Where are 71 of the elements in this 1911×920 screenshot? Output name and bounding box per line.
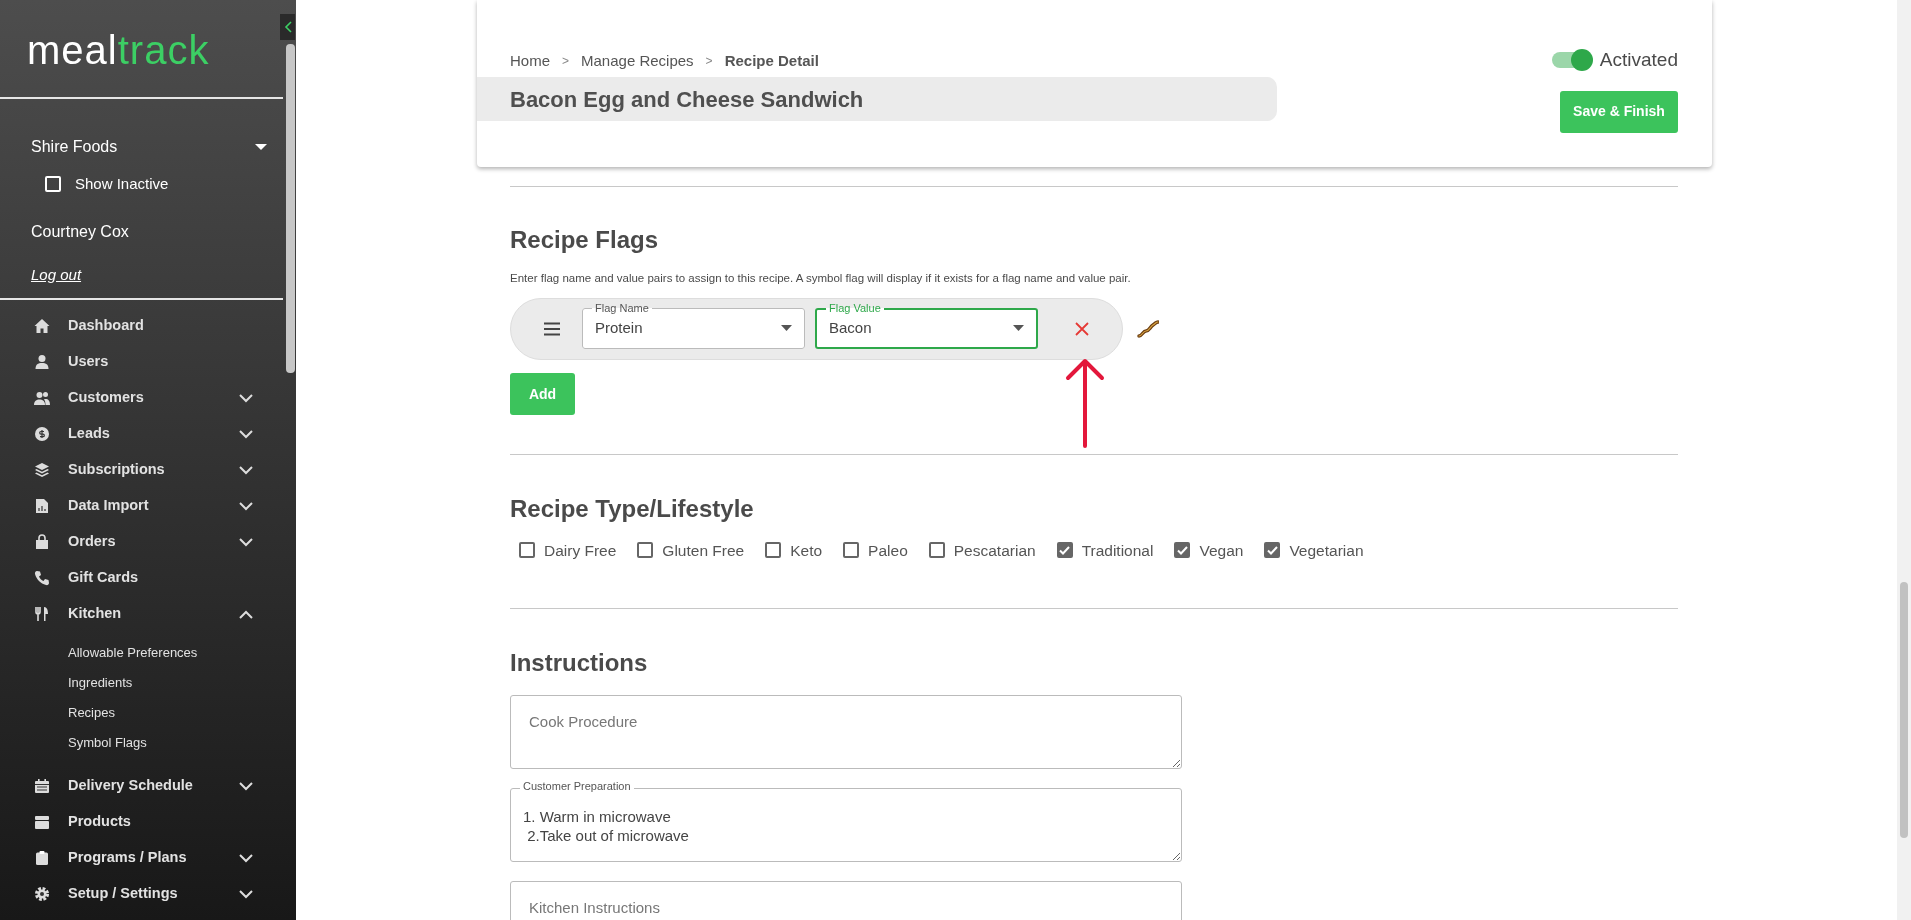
submenu-item[interactable]: Ingredients — [0, 668, 283, 698]
breadcrumb-separator: > — [562, 53, 570, 70]
file-icon — [34, 498, 50, 514]
logo: mealtrack — [26, 27, 211, 74]
toggle-label: Activated — [1599, 48, 1678, 72]
description: Enter flag name and value pairs to assign to this recipe. A symbol flag will display if it exists for a flag name and value pair. — [510, 270, 1132, 286]
utensils-icon — [34, 606, 50, 622]
bag-icon — [34, 534, 50, 550]
section-heading: Recipe Flags — [510, 226, 660, 255]
nav-item[interactable]: Dashboard — [0, 308, 283, 344]
nav-item[interactable]: Setup / Settings — [0, 876, 283, 912]
caret-icon — [1013, 325, 1024, 332]
menu-icon[interactable] — [544, 322, 560, 337]
company-name[interactable]: Shire Foods — [31, 135, 118, 159]
checkmark-icon — [1266, 545, 1278, 555]
symbol-flag-link[interactable]: symbol flag — [806, 271, 865, 284]
checkmark-icon — [1176, 545, 1188, 555]
collapse-button[interactable] — [280, 14, 295, 40]
gear-icon — [34, 886, 50, 902]
caret-icon — [781, 325, 792, 332]
nav-item[interactable]: Delivery Schedule — [0, 768, 283, 804]
coin-icon — [34, 426, 50, 442]
box-icon — [34, 814, 50, 830]
submenu-item[interactable]: Allowable Preferences — [0, 638, 283, 668]
nav-item[interactable]: Products — [0, 804, 283, 840]
text-area[interactable]: Kitchen Instructions — [510, 880, 1182, 920]
checkbox[interactable]: Gluten Free — [637, 538, 745, 563]
checkbox[interactable]: Vegetarian — [1264, 538, 1364, 563]
clipboard-icon — [34, 850, 50, 866]
dropdown[interactable]: Flag Value Bacon — [815, 303, 1038, 350]
submenu-item[interactable]: Recipes — [0, 698, 283, 728]
field-label: Flag Value — [828, 303, 882, 315]
field-label: Flag Name — [594, 303, 650, 315]
recipe-title: Bacon Egg and Cheese Sandwich — [477, 77, 1277, 121]
checkbox[interactable]: Dairy Free — [519, 538, 617, 563]
breadcrumb-separator: > — [705, 53, 713, 70]
logout-link[interactable]: Log out — [31, 263, 82, 286]
field-label: Customer Preparation — [520, 779, 634, 793]
checkmark-icon — [1059, 545, 1071, 555]
home-icon — [34, 318, 50, 334]
nav-item[interactable]: Gift Cards — [0, 560, 283, 596]
nav-item[interactable]: Kitchen — [0, 596, 283, 632]
dropdown[interactable]: Flag Name Protein — [582, 303, 805, 350]
breadcrumb-link[interactable]: Home — [510, 49, 550, 73]
user-name: Courtney Cox — [30, 221, 130, 242]
nav-item[interactable]: Leads — [0, 416, 283, 452]
calendar-icon — [34, 778, 50, 794]
nav-item[interactable]: Orders — [0, 524, 283, 560]
nav-item[interactable]: Programs / Plans — [0, 840, 283, 876]
toggle-switch[interactable] — [1551, 52, 1592, 69]
submenu-item[interactable]: Symbol Flags — [0, 728, 283, 758]
user-icon — [34, 354, 50, 370]
section-heading: Recipe Type/Lifestyle — [510, 495, 755, 524]
checkbox[interactable]: Vegan — [1174, 538, 1244, 563]
nav-item[interactable]: Data Import — [0, 488, 283, 524]
nav-item[interactable]: Customers — [0, 380, 283, 416]
nav-item[interactable]: Subscriptions — [0, 452, 283, 488]
chevron-left-icon — [283, 21, 292, 33]
users-icon — [34, 390, 50, 406]
caret-icon[interactable] — [255, 143, 267, 151]
text-area[interactable]: Cook Procedure — [510, 694, 1182, 769]
checkbox[interactable]: Traditional — [1056, 538, 1154, 563]
section-heading: Instructions — [510, 649, 649, 678]
breadcrumb-link[interactable]: Manage Recipes — [581, 49, 694, 73]
checkbox[interactable]: Keto — [765, 538, 823, 563]
nav-item[interactable]: Users — [0, 344, 283, 380]
phone-icon — [34, 570, 50, 586]
layers-icon — [34, 462, 50, 478]
close-icon[interactable] — [1074, 321, 1090, 338]
checkbox[interactable]: Pescatarian — [928, 538, 1036, 563]
checkbox[interactable]: Paleo — [843, 538, 908, 563]
